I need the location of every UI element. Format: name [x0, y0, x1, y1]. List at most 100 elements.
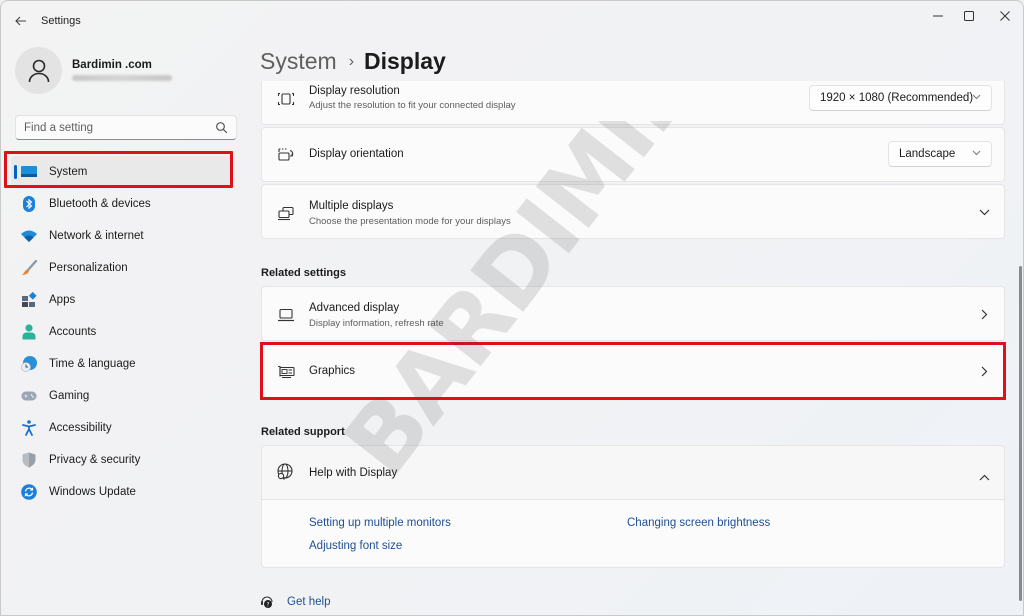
sidebar-item-label: Personalization: [49, 262, 128, 274]
setting-title: Display orientation: [309, 148, 404, 160]
profile-email-blurred: [72, 75, 172, 81]
accounts-icon: [21, 324, 37, 340]
help-with-display-card: Help with Display Setting up multiple mo…: [261, 445, 1005, 568]
graphics-card-icon: [276, 362, 296, 382]
setting-title: Advanced display: [309, 302, 400, 314]
sidebar-item-label: Time & language: [49, 358, 136, 370]
chevron-down-icon: [972, 150, 981, 156]
sidebar-item-accounts[interactable]: Accounts: [11, 316, 231, 348]
sidebar-item-gaming[interactable]: Gaming: [11, 380, 231, 412]
bluetooth-icon: [21, 196, 37, 212]
time-language-icon: [21, 356, 37, 372]
help-with-display-header[interactable]: Help with Display: [262, 446, 1004, 500]
display-orientation-card: Display orientation Landscape: [261, 127, 1005, 182]
breadcrumb-parent[interactable]: System: [260, 48, 337, 75]
chevron-up-icon[interactable]: [979, 468, 990, 486]
app-title: Settings: [41, 15, 81, 27]
title-bar: Settings: [1, 1, 1023, 41]
minimize-button[interactable]: [921, 5, 955, 27]
brush-icon: [21, 260, 37, 276]
content-scrollbar[interactable]: [1019, 266, 1022, 601]
resolution-value: 1920 × 1080 (Recommended): [820, 92, 974, 104]
globe-search-icon: [276, 463, 296, 483]
sidebar-item-label: Bluetooth & devices: [49, 198, 151, 210]
help-link-screen-brightness[interactable]: Changing screen brightness: [627, 517, 770, 529]
setting-subtitle: Choose the presentation mode for your di…: [309, 216, 511, 227]
breadcrumb-separator: ›: [348, 53, 355, 70]
related-support-heading: Related support: [261, 426, 345, 438]
apps-icon: [21, 292, 37, 308]
windows-update-icon: [21, 484, 37, 500]
setting-title: Multiple displays: [309, 200, 394, 212]
sidebar-item-personalization[interactable]: Personalization: [11, 252, 231, 284]
setting-title: Graphics: [309, 365, 356, 377]
get-help-icon: ?: [261, 596, 273, 608]
sidebar-item-windows-update[interactable]: Windows Update: [11, 476, 231, 508]
sidebar-item-label: Gaming: [49, 390, 90, 402]
help-link-font-size[interactable]: Adjusting font size: [309, 540, 402, 552]
sidebar-item-privacy-security[interactable]: Privacy & security: [11, 444, 231, 476]
settings-window: Settings Bardimin .com System: [0, 0, 1024, 616]
sidebar-item-label: Accessibility: [49, 422, 112, 434]
sidebar-item-label: Accounts: [49, 326, 97, 338]
orientation-icon: [276, 145, 296, 165]
setting-subtitle: Display information, refresh rate: [309, 318, 444, 329]
orientation-value: Landscape: [899, 148, 956, 160]
sidebar-item-system[interactable]: System: [11, 156, 231, 188]
get-help-label: Get help: [287, 596, 331, 608]
search-icon[interactable]: [215, 121, 228, 134]
chevron-down-icon[interactable]: [978, 206, 990, 218]
back-arrow-icon: [15, 16, 26, 26]
sidebar-item-label: Privacy & security: [49, 454, 141, 466]
page-title: Display: [364, 48, 446, 74]
close-button[interactable]: [988, 5, 1022, 27]
chevron-right-icon: [978, 308, 990, 320]
multiple-displays-card[interactable]: Multiple displays Choose the presentatio…: [261, 184, 1005, 239]
sidebar-item-label: Windows Update: [49, 486, 136, 498]
sidebar-item-network[interactable]: Network & internet: [11, 220, 231, 252]
resolution-icon: [276, 89, 296, 109]
content-area: Display resolution Adjust the resolution…: [261, 81, 1006, 615]
gaming-icon: [21, 388, 37, 404]
sidebar-item-label: System: [49, 166, 88, 178]
avatar[interactable]: [15, 47, 62, 94]
maximize-button[interactable]: [952, 5, 986, 27]
multiple-displays-icon: [276, 203, 296, 223]
back-button[interactable]: [11, 11, 31, 31]
get-help-link[interactable]: ? Get help: [260, 593, 330, 611]
sidebar-item-label: Network & internet: [49, 230, 144, 242]
user-profile[interactable]: Bardimin .com: [15, 47, 245, 97]
search-input[interactable]: [16, 116, 206, 139]
sidebar-item-time-language[interactable]: Time & language: [11, 348, 231, 380]
graphics-card[interactable]: Graphics: [261, 343, 1005, 398]
svg-text:?: ?: [266, 601, 269, 608]
laptop-icon: [276, 305, 296, 325]
sidebar-item-bluetooth[interactable]: Bluetooth & devices: [11, 188, 231, 220]
user-icon: [28, 59, 49, 82]
wifi-icon: [21, 228, 37, 244]
advanced-display-card[interactable]: Advanced display Display information, re…: [261, 286, 1005, 341]
sidebar-item-apps[interactable]: Apps: [11, 284, 231, 316]
maximize-icon: [964, 11, 974, 21]
orientation-dropdown[interactable]: Landscape: [888, 141, 992, 167]
help-title: Help with Display: [309, 467, 398, 479]
minimize-icon: [933, 15, 943, 17]
display-resolution-card: Display resolution Adjust the resolution…: [261, 81, 1005, 125]
help-link-multiple-monitors[interactable]: Setting up multiple monitors: [309, 517, 451, 529]
search-box[interactable]: [15, 115, 237, 140]
accessibility-icon: [21, 420, 37, 436]
shield-icon: [21, 452, 37, 468]
resolution-dropdown[interactable]: 1920 × 1080 (Recommended): [809, 85, 992, 111]
setting-title: Display resolution: [309, 85, 400, 97]
close-icon: [1000, 11, 1010, 21]
chevron-down-icon: [972, 94, 981, 100]
related-settings-heading: Related settings: [261, 267, 346, 279]
sidebar-item-label: Apps: [49, 294, 76, 306]
sidebar-nav: System Bluetooth & devices Network & int…: [1, 156, 241, 508]
setting-subtitle: Adjust the resolution to fit your connec…: [309, 100, 516, 111]
profile-name: Bardimin .com: [72, 59, 152, 71]
breadcrumb: System › Display: [260, 48, 446, 78]
chevron-right-icon: [978, 365, 990, 377]
sidebar-item-accessibility[interactable]: Accessibility: [11, 412, 231, 444]
system-icon: [21, 164, 37, 180]
